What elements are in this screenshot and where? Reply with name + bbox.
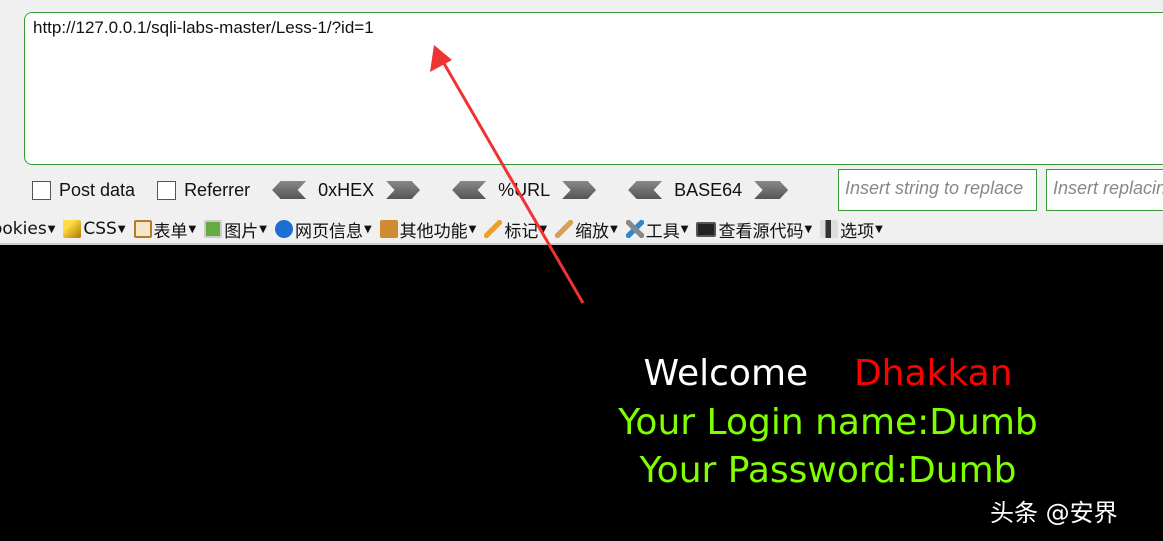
arrow-head-icon [430, 45, 452, 72]
arrow-line [440, 59, 585, 304]
annotation-arrow [430, 45, 585, 304]
